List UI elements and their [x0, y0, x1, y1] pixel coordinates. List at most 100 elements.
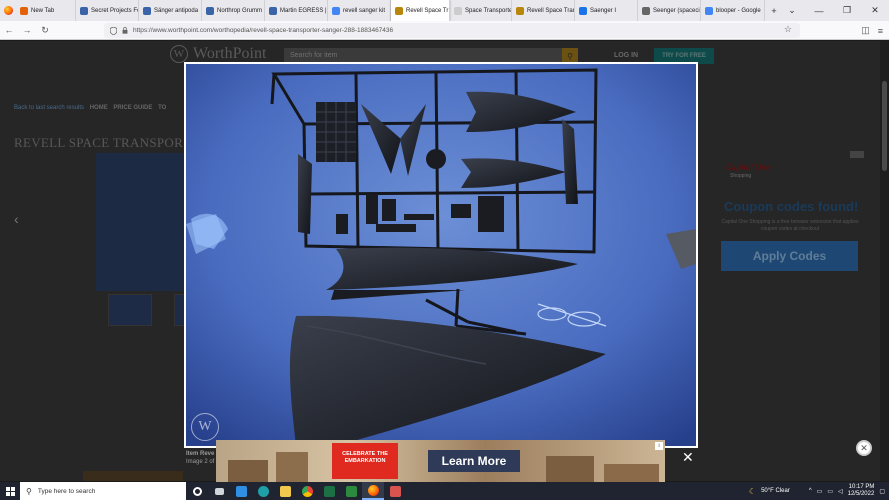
- side-ad[interactable]: Capital One Shopping Coupon codes found!…: [710, 151, 870, 281]
- browser-tab[interactable]: Northrop Grumm: [202, 0, 265, 21]
- taskbar: ⚲ Type here to search ☾ 50°F Clear ^ ▭ ▭…: [0, 482, 889, 500]
- browser-tab[interactable]: Saenger I: [575, 0, 638, 21]
- learn-more-button[interactable]: Learn More: [428, 450, 520, 472]
- clock-time: 10:17 PM: [848, 484, 875, 490]
- minimize-button[interactable]: —: [805, 0, 833, 21]
- excel-app[interactable]: [318, 482, 340, 500]
- notification-icon[interactable]: ▢: [879, 488, 885, 495]
- tab-label: revell sanger kit: [343, 7, 386, 14]
- window-close-button[interactable]: ✕: [861, 0, 889, 21]
- scrollbar-thumb[interactable]: [882, 81, 887, 171]
- image-thumbnail[interactable]: [108, 294, 152, 326]
- back-button[interactable]: ←: [0, 21, 18, 40]
- chrome-icon: [301, 485, 313, 497]
- forward-button[interactable]: →: [18, 21, 36, 40]
- mail-icon: [235, 485, 247, 497]
- clock[interactable]: 10:17 PM 12/5/2022: [848, 484, 875, 498]
- firefox-app[interactable]: [362, 482, 384, 500]
- bottom-ad-banner[interactable]: CELEBRATE THE EMBARKATION Learn More i: [216, 440, 665, 482]
- reload-icon: ↻: [41, 24, 49, 35]
- back-to-results-link[interactable]: Back to last search results: [14, 105, 84, 111]
- chrome-app[interactable]: [296, 482, 318, 500]
- login-link[interactable]: LOG IN: [614, 52, 638, 59]
- shield-icon: [110, 26, 117, 35]
- picture-app[interactable]: [340, 482, 362, 500]
- firefox-icon: [3, 6, 13, 15]
- network-icon[interactable]: ▭: [817, 488, 823, 495]
- browser-tab[interactable]: Martin EGRESS |: [265, 0, 328, 21]
- paint-app[interactable]: [384, 482, 406, 500]
- restore-button[interactable]: ❐: [833, 0, 861, 21]
- arrow-right-icon: →: [22, 25, 32, 35]
- weather-text[interactable]: 50°F Clear: [761, 488, 790, 494]
- breadcrumb-item[interactable]: TO: [158, 105, 166, 111]
- mail-app[interactable]: [230, 482, 252, 500]
- browser-tab[interactable]: blooper - Google: [701, 0, 765, 21]
- ad-company-sub: Shopping: [730, 173, 752, 179]
- reload-button[interactable]: ↻: [36, 21, 54, 40]
- menu-icon[interactable]: ≡: [878, 26, 883, 36]
- excel-icon: [323, 485, 335, 497]
- close-ad-button[interactable]: ✕: [682, 449, 694, 466]
- pocket-icon[interactable]: ◫: [861, 25, 870, 36]
- list-all-tabs-button[interactable]: ⌄: [783, 0, 801, 21]
- url-text: https://www.worthpoint.com/worthopedia/r…: [133, 27, 394, 34]
- edge-app[interactable]: [252, 482, 274, 500]
- search-icon: ⚲: [26, 486, 32, 496]
- lightbox-photo[interactable]: W: [186, 64, 696, 446]
- task-view-button[interactable]: [208, 482, 230, 500]
- browser-tab[interactable]: Sänger antipoda: [139, 0, 202, 21]
- windows-icon: [5, 486, 15, 496]
- chevron-up-icon[interactable]: ^: [809, 488, 812, 494]
- taskbar-search-input[interactable]: ⚲ Type here to search: [20, 482, 186, 500]
- firefox-icon: [367, 484, 379, 496]
- image-counter: Image 2 of 1: [186, 459, 220, 465]
- browser-tab[interactable]: New Tab: [16, 0, 76, 21]
- worthpoint-logo[interactable]: W WorthPoint: [170, 45, 266, 63]
- main-item-image[interactable]: [96, 153, 186, 291]
- ad-brand-logo: CELEBRATE THE EMBARKATION: [332, 443, 398, 479]
- tab-favicon-icon: [705, 6, 713, 15]
- tab-favicon-icon: [516, 6, 524, 15]
- browser-tab[interactable]: Seenger (spaceci: [638, 0, 701, 21]
- address-bar[interactable]: https://www.worthpoint.com/worthopedia/r…: [104, 23, 800, 38]
- tab-favicon-icon: [206, 6, 214, 15]
- bookmark-star-icon[interactable]: ☆: [784, 24, 792, 35]
- volume-icon[interactable]: ◁: [838, 488, 843, 495]
- cortana-button[interactable]: [186, 482, 208, 500]
- breadcrumb-home[interactable]: HOME: [90, 105, 108, 111]
- item-label: Item Reve: [186, 451, 215, 457]
- folder-icon: [279, 485, 291, 497]
- new-tab-button[interactable]: +: [765, 0, 783, 21]
- watermark-w-icon: W: [191, 413, 219, 441]
- ad-subtext: Capital One Shopping is a free browser e…: [721, 219, 859, 232]
- task-view-icon: [214, 487, 224, 495]
- tab-label: blooper - Google: [716, 7, 761, 14]
- moon-icon: ☾: [748, 486, 757, 496]
- display-icon[interactable]: ▭: [827, 488, 833, 495]
- firefox-view-button[interactable]: [0, 0, 16, 21]
- apply-codes-button[interactable]: Apply Codes: [721, 241, 858, 271]
- browser-tab[interactable]: Space Transporter Sa: [450, 0, 512, 21]
- arrow-left-icon: ←: [4, 25, 14, 35]
- tab-label: Revell Space Tr: [406, 7, 449, 14]
- page-scrollbar[interactable]: [880, 41, 889, 481]
- page-title: REVELL SPACE TRANSPOR: [14, 135, 184, 150]
- lightbox-close-button[interactable]: ✕: [856, 440, 872, 456]
- ad-info-icon[interactable]: i: [655, 442, 663, 450]
- start-button[interactable]: [0, 482, 20, 500]
- file-explorer-app[interactable]: [274, 482, 296, 500]
- browser-tab[interactable]: Secret Projects Fo: [76, 0, 139, 21]
- browser-tab[interactable]: Revell Space Tran: [512, 0, 575, 21]
- taskbar-search-placeholder: Type here to search: [37, 487, 96, 495]
- prev-image-arrow[interactable]: ‹: [14, 211, 19, 227]
- related-item-image[interactable]: [83, 471, 183, 481]
- nav-bar: ← → ↻ https://www.worthpoint.com/worthop…: [0, 21, 889, 40]
- breadcrumb-price-guide[interactable]: PRICE GUIDE: [113, 105, 152, 111]
- lock-icon: [122, 27, 128, 34]
- tab-favicon-icon: [395, 6, 403, 15]
- browser-tab[interactable]: Revell Space Tr✕: [391, 0, 450, 21]
- browser-tab[interactable]: revell sanger kit: [328, 0, 391, 21]
- tab-label: Revell Space Tran: [527, 7, 575, 14]
- ad-choices-icon[interactable]: [850, 151, 864, 158]
